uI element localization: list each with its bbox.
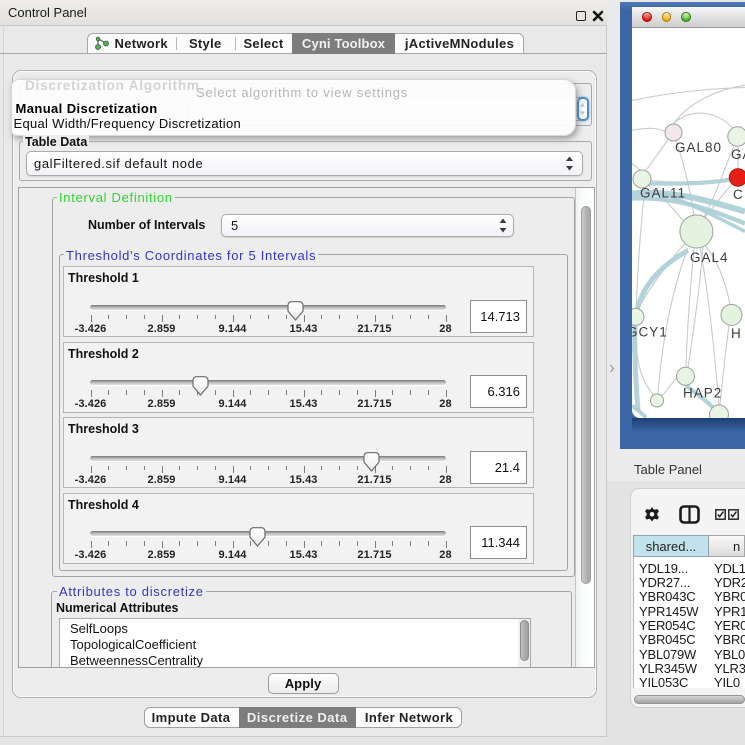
svg-text:HAP2: HAP2 (683, 385, 722, 400)
svg-text:GA: GA (731, 147, 745, 162)
svg-text:C: C (733, 187, 744, 202)
svg-text:GCY1: GCY1 (632, 324, 668, 339)
svg-text:GAL80: GAL80 (675, 140, 722, 155)
svg-text:GAL11: GAL11 (640, 185, 686, 200)
svg-text:GAL4: GAL4 (690, 250, 729, 265)
svg-text:H: H (731, 326, 742, 341)
